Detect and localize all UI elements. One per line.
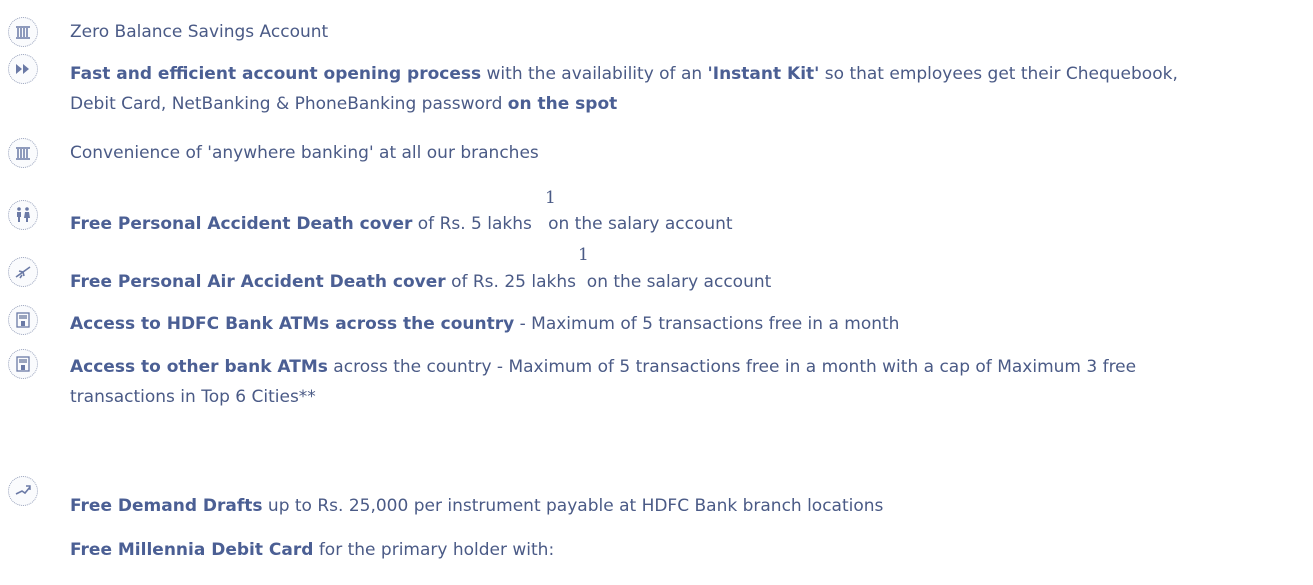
item-text: of Rs. 25 lakhs on the salary account [445, 272, 772, 292]
airplane-icon [8, 257, 38, 287]
list-item: Zero Balance Savings Account [70, 17, 1307, 47]
item-text: so that employees get their Chequebook, [819, 64, 1178, 84]
item-bold-text: Free Millennia Debit Card [70, 540, 314, 560]
list-item-continuation: transactions in Top 6 Cities** [70, 382, 1307, 412]
footnote-marker: 1 [545, 188, 556, 208]
list-item: Free Personal Accident Death cover of Rs… [70, 209, 1307, 239]
item-text: Convenience of 'anywhere banking' at all… [70, 143, 539, 163]
item-bold-text: on the spot [507, 94, 618, 114]
list-item: Free Millennia Debit Card for the primar… [70, 535, 1307, 565]
list-item-continuation: Debit Card, NetBanking & PhoneBanking pa… [70, 89, 1307, 119]
people-icon [8, 200, 38, 230]
list-item: Free Personal Air Accident Death cover o… [70, 267, 1307, 297]
item-bold-text: 'Instant Kit' [707, 64, 820, 84]
item-text: Zero Balance Savings Account [70, 22, 329, 42]
demand-draft-icon [8, 476, 38, 506]
atm-icon [8, 349, 38, 379]
item-text: across the country - Maximum of 5 transa… [327, 357, 1137, 377]
item-bold-text: Fast and efficient account opening proce… [70, 64, 482, 84]
list-item: Free Demand Drafts up to Rs. 25,000 per … [70, 491, 1307, 521]
item-text: up to Rs. 25,000 per instrument payable … [262, 496, 884, 516]
list-item: Convenience of 'anywhere banking' at all… [70, 138, 1307, 168]
item-text: of Rs. 5 lakhs on the salary account [412, 214, 733, 234]
bank-icon [8, 17, 38, 47]
item-bold-text: Access to HDFC Bank ATMs across the coun… [70, 314, 515, 334]
item-bold-text: Free Demand Drafts [70, 496, 263, 516]
list-item: Fast and efficient account opening proce… [70, 59, 1307, 89]
item-bold-text: Free Personal Air Accident Death cover [70, 272, 446, 292]
item-text: with the availability of an [481, 64, 708, 84]
item-text: for the primary holder with: [313, 540, 555, 560]
list-item: Access to other bank ATMs across the cou… [70, 352, 1307, 382]
item-text: Debit Card, NetBanking & PhoneBanking pa… [70, 94, 508, 114]
atm-icon [8, 305, 38, 335]
list-item: Access to HDFC Bank ATMs across the coun… [70, 309, 1307, 339]
item-text: transactions in Top 6 Cities** [70, 387, 316, 407]
item-bold-text: Access to other bank ATMs [70, 357, 328, 377]
footnote-marker: 1 [578, 245, 589, 265]
fast-forward-icon [8, 54, 38, 84]
item-text: - Maximum of 5 transactions free in a mo… [514, 314, 900, 334]
bank-icon [8, 138, 38, 168]
item-bold-text: Free Personal Accident Death cover [70, 214, 413, 234]
